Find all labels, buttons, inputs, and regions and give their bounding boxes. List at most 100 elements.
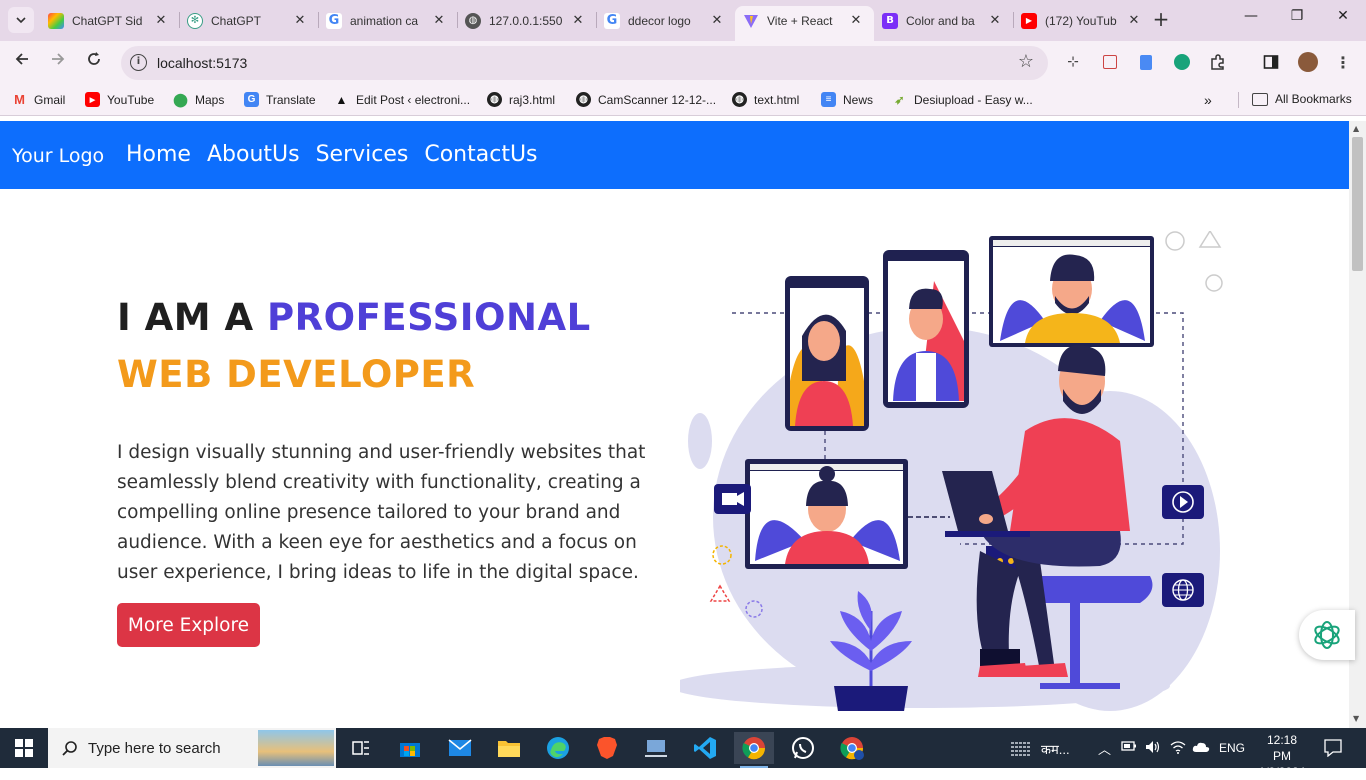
desi-icon: ➶ <box>894 92 905 107</box>
reload-icon <box>88 52 100 65</box>
bookmark-label: Gmail <box>34 92 66 107</box>
bookmark-item[interactable]: G Translate <box>244 92 316 107</box>
pdf-extension-icon[interactable] <box>1101 53 1119 71</box>
forward-button[interactable] <box>46 51 70 75</box>
bookmark-item[interactable]: ➶ Desiupload - Easy w... <box>892 92 1033 107</box>
all-bookmarks-button[interactable]: All Bookmarks <box>1252 92 1352 106</box>
clock[interactable]: 12:18 PM 1/9/2024 <box>1257 732 1307 780</box>
bookmark-label: Desiupload - Easy w... <box>914 92 1033 107</box>
close-window-button[interactable]: ✕ <box>1320 8 1366 24</box>
windows-logo-icon <box>15 739 33 757</box>
nav-link-services[interactable]: Services <box>316 142 409 167</box>
tab-title: ChatGPT Sid <box>72 13 143 28</box>
scrollbar-thumb[interactable] <box>1352 137 1363 271</box>
network-app-icon[interactable] <box>636 732 676 764</box>
nav-link-home[interactable]: Home <box>126 142 191 167</box>
taskbar-search[interactable]: Type here to search <box>48 728 336 768</box>
bookmark-label: text.html <box>754 92 800 107</box>
bookmark-star-icon[interactable]: ☆ <box>1018 51 1034 72</box>
tab[interactable]: ChatGPT Sid ✕ <box>40 6 179 35</box>
browser-toolbar: i localhost:5173 ☆ ⊹ ⋮ <box>0 41 1366 84</box>
menu-kebab-icon[interactable]: ⋮ <box>1334 53 1352 72</box>
bookmark-item[interactable]: ◍ raj3.html <box>487 92 555 107</box>
wifi-icon[interactable] <box>1170 740 1186 757</box>
chatgpt-floating-button[interactable] <box>1299 610 1355 660</box>
brave-icon[interactable] <box>587 732 627 764</box>
close-icon[interactable]: ✕ <box>987 13 1003 28</box>
tab[interactable]: ◍ 127.0.0.1:550 ✕ <box>457 6 596 35</box>
video-frame-man-bearded <box>989 236 1154 347</box>
file-explorer-icon[interactable] <box>489 732 529 764</box>
weather-text[interactable]: कम... <box>1041 740 1070 758</box>
volume-icon[interactable] <box>1145 739 1161 758</box>
show-hidden-icons[interactable]: ︿ <box>1098 739 1111 758</box>
bookmark-label: News <box>843 92 874 107</box>
close-icon[interactable]: ✕ <box>848 13 864 28</box>
close-icon[interactable]: ✕ <box>709 13 725 28</box>
back-button[interactable] <box>10 51 34 75</box>
mail-icon[interactable] <box>440 732 480 764</box>
bookmark-item[interactable]: ⬤ Maps <box>173 92 224 107</box>
bookmark-item[interactable]: ≡ News <box>821 92 873 107</box>
site-logo[interactable]: Your Logo <box>12 145 104 167</box>
nav-link-aboutus[interactable]: AboutUs <box>207 142 300 167</box>
tab[interactable]: G animation ca ✕ <box>318 6 457 35</box>
bookmarks-overflow-button[interactable]: » <box>1204 92 1212 108</box>
bookmark-item[interactable]: M Gmail <box>12 92 65 107</box>
whatsapp-icon[interactable] <box>783 732 823 764</box>
chatgpt-extension-icon[interactable] <box>1173 53 1191 71</box>
tab-active[interactable]: Vite + React ✕ <box>735 6 874 41</box>
scroll-up-arrow[interactable]: ▲ <box>1353 124 1359 133</box>
chrome-icon[interactable] <box>734 732 774 768</box>
cloud-icon[interactable] <box>1192 741 1210 756</box>
battery-icon[interactable] <box>1121 740 1137 755</box>
maps-icon: ⬤ <box>173 91 188 107</box>
tab-title: ddecor logo <box>628 13 691 28</box>
back-arrow-icon <box>15 53 28 65</box>
reload-button[interactable] <box>82 51 106 75</box>
profile-avatar[interactable] <box>1298 52 1318 72</box>
close-icon[interactable]: ✕ <box>570 13 586 28</box>
divider <box>1238 92 1239 108</box>
news-icon: ≡ <box>821 92 836 107</box>
close-icon[interactable]: ✕ <box>153 13 169 28</box>
notifications-icon[interactable] <box>1324 739 1342 760</box>
bookmark-label: Translate <box>266 92 316 107</box>
vscode-icon[interactable] <box>685 732 725 764</box>
weather-icon[interactable] <box>1010 740 1032 759</box>
close-icon[interactable]: ✕ <box>292 13 308 28</box>
store-icon[interactable] <box>390 732 430 764</box>
nav-link-contactus[interactable]: ContactUs <box>424 142 537 167</box>
globe-icon: ◍ <box>576 92 591 107</box>
tab-search-button[interactable] <box>8 7 34 33</box>
docs-extension-icon[interactable] <box>1137 53 1155 71</box>
address-bar[interactable]: i localhost:5173 ☆ <box>121 46 1048 80</box>
extension-icon[interactable]: ⊹ <box>1064 53 1082 71</box>
tab[interactable]: ✻ ChatGPT ✕ <box>179 6 318 35</box>
play-icon <box>1162 485 1204 519</box>
tab[interactable]: ▶ (172) YouTub ✕ <box>1013 6 1152 35</box>
bookmark-item[interactable]: ◍ CamScanner 12-12-... <box>576 92 716 107</box>
scroll-down-arrow[interactable]: ▼ <box>1353 714 1359 723</box>
bookmark-item[interactable]: ▲ Edit Post ‹ electroni... <box>334 92 471 107</box>
close-icon[interactable]: ✕ <box>431 13 447 28</box>
puzzle-icon[interactable] <box>1209 53 1227 71</box>
edge-icon[interactable] <box>538 732 578 764</box>
bookmark-item[interactable]: ◍ text.html <box>732 92 799 107</box>
tab[interactable]: B Color and ba ✕ <box>874 6 1013 35</box>
globe-icon: ◍ <box>487 92 502 107</box>
language-indicator[interactable]: ENG <box>1219 741 1245 755</box>
side-panel-icon[interactable] <box>1262 53 1280 71</box>
tab[interactable]: G ddecor logo ✕ <box>596 6 735 35</box>
bookmark-item[interactable]: ▶ YouTube <box>85 92 154 107</box>
task-view-icon[interactable] <box>341 732 381 764</box>
close-icon[interactable]: ✕ <box>1126 13 1142 28</box>
globe-icon <box>1162 573 1204 607</box>
site-info-icon[interactable]: i <box>130 54 147 71</box>
restore-button[interactable]: ❐ <box>1274 8 1320 24</box>
more-explore-button[interactable]: More Explore <box>117 603 260 647</box>
minimize-button[interactable]: — <box>1228 8 1274 24</box>
chrome-profile-icon[interactable] <box>832 732 872 764</box>
new-tab-button[interactable]: + <box>1150 9 1172 31</box>
start-button[interactable] <box>0 728 48 768</box>
